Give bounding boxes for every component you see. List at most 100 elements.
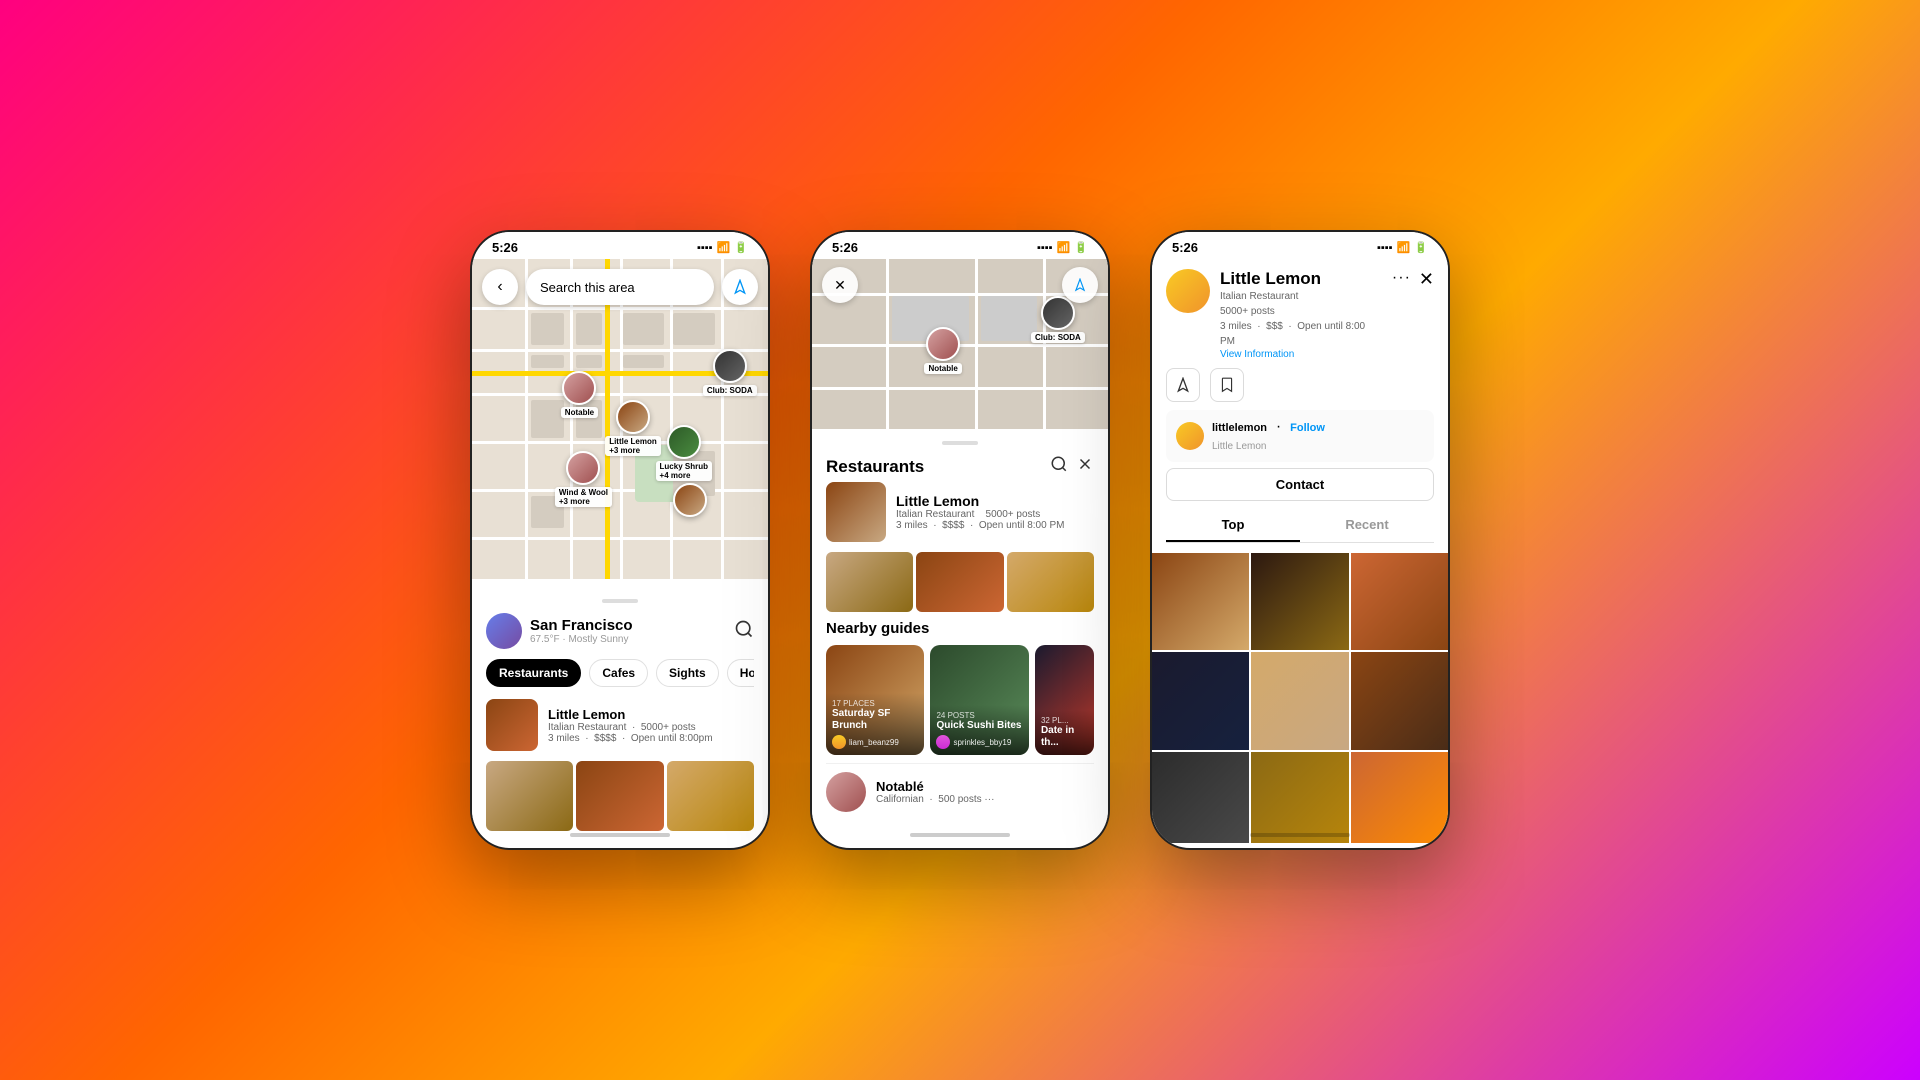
guide-name-1: Saturday SF Brunch bbox=[832, 708, 918, 732]
rest-details-2: 3 miles · $$$$ · Open until 8:00 PM bbox=[896, 520, 1064, 531]
place-item-1[interactable]: Little Lemon Italian Restaurant · 5000+ … bbox=[486, 699, 754, 751]
filter-sights[interactable]: Sights bbox=[656, 659, 719, 687]
guide-author-1: liam_beanz99 bbox=[832, 735, 918, 749]
close-button-2[interactable]: ✕ bbox=[822, 267, 858, 303]
pin2-notable[interactable]: Notable bbox=[924, 327, 961, 374]
author-name-1: liam_beanz99 bbox=[849, 738, 899, 747]
share-icon-btn[interactable] bbox=[1166, 368, 1200, 402]
close-icon-rest[interactable] bbox=[1076, 455, 1094, 478]
photo-cell-9[interactable] bbox=[1351, 752, 1448, 843]
notable-avatar bbox=[826, 772, 866, 812]
notable-meta: Californian · 500 posts ··· bbox=[876, 794, 994, 805]
notable-pin-label: Notable bbox=[561, 407, 598, 418]
close-btn-3[interactable]: ✕ bbox=[1419, 269, 1434, 290]
guide-name-2: Quick Sushi Bites bbox=[936, 720, 1022, 732]
photo-cell-4[interactable] bbox=[1152, 652, 1249, 749]
place-thumbnail bbox=[486, 699, 538, 751]
filter-cafes[interactable]: Cafes bbox=[589, 659, 648, 687]
tab-top[interactable]: Top bbox=[1166, 509, 1300, 542]
follow-btn[interactable]: Follow bbox=[1290, 422, 1325, 434]
profile-title: Little Lemon bbox=[1220, 269, 1382, 289]
profile-meta-details: 5000+ posts bbox=[1220, 304, 1382, 319]
save-icon-btn[interactable] bbox=[1210, 368, 1244, 402]
battery-icon-2: 🔋 bbox=[1074, 241, 1088, 254]
home-indicator-3 bbox=[1250, 833, 1350, 837]
search-icon-rest[interactable] bbox=[1050, 455, 1068, 478]
battery-icon: 🔋 bbox=[734, 241, 748, 254]
location-button-2[interactable] bbox=[1062, 267, 1098, 303]
sheet-handle-2 bbox=[942, 441, 978, 445]
restaurant-entry[interactable]: Little Lemon Italian Restaurant 5000+ po… bbox=[826, 482, 1094, 542]
photo-cell-3[interactable] bbox=[1351, 553, 1448, 650]
search-input-display[interactable]: Search this area bbox=[526, 269, 714, 305]
block6 bbox=[576, 355, 603, 368]
pin-club-soda[interactable]: Club: SODA bbox=[703, 349, 757, 396]
profile-name-block: Little Lemon Italian Restaurant 5000+ po… bbox=[1220, 269, 1382, 360]
status-time-3: 5:26 bbox=[1172, 240, 1198, 255]
city-info: San Francisco 67.5°F · Mostly Sunny bbox=[486, 613, 633, 649]
profile-meta-location: 3 miles · $$$ · Open until 8:00 PM bbox=[1220, 319, 1382, 349]
pin-notable[interactable]: Notable bbox=[561, 371, 598, 418]
signal-icon: ▪▪▪▪ bbox=[697, 242, 713, 254]
notable-name: Notablé bbox=[876, 779, 994, 794]
map-area-2: Notable Club: SODA ✕ bbox=[812, 259, 1108, 429]
dots-menu-btn[interactable]: ··· bbox=[1392, 269, 1411, 287]
avatar-image bbox=[1166, 269, 1210, 313]
photo-cell-8[interactable] bbox=[1251, 752, 1348, 843]
nearby-guides-section: Nearby guides 17 PLACES Saturday SF Brun… bbox=[826, 620, 1094, 755]
photo-cell-2[interactable] bbox=[1251, 553, 1348, 650]
guide-card-1[interactable]: 17 PLACES Saturday SF Brunch liam_beanz9… bbox=[826, 645, 924, 755]
map-road-2-h3 bbox=[812, 387, 1108, 390]
pin2-notable-avatar bbox=[926, 327, 960, 361]
photo-cell-1[interactable] bbox=[1152, 553, 1249, 650]
map-search-bar: ‹ Search this area bbox=[482, 269, 758, 305]
guide-card-2[interactable]: 24 POSTS Quick Sushi Bites sprinkles_bby… bbox=[930, 645, 1028, 755]
contact-button[interactable]: Contact bbox=[1166, 468, 1434, 501]
place-photos bbox=[486, 761, 754, 831]
back-button[interactable]: ‹ bbox=[482, 269, 518, 305]
sub-display-name: Little Lemon bbox=[1212, 441, 1266, 452]
guide-card-3[interactable]: 32 PL... Date in th... bbox=[1035, 645, 1094, 755]
pin-wind-wool[interactable]: Wind & Wool+3 more bbox=[555, 451, 612, 507]
profile-header-actions: ··· ✕ bbox=[1392, 269, 1434, 290]
phone-content-1: Notable Little Lemon+3 more Club: SODA L… bbox=[472, 259, 768, 843]
profile-top: Little Lemon Italian Restaurant 5000+ po… bbox=[1166, 269, 1434, 360]
pin-food[interactable] bbox=[673, 483, 707, 517]
place-photo-1 bbox=[486, 761, 573, 831]
place-info: Little Lemon Italian Restaurant · 5000+ … bbox=[548, 707, 713, 744]
search-icon-map[interactable] bbox=[734, 619, 754, 644]
phone-1: 5:26 ▪▪▪▪ 📶 🔋 bbox=[470, 230, 770, 850]
city-text: San Francisco 67.5°F · Mostly Sunny bbox=[530, 617, 633, 645]
guide-overlay-1: 17 PLACES Saturday SF Brunch liam_beanz9… bbox=[826, 693, 924, 755]
pin-lucky-shrub[interactable]: Lucky Shrub+4 more bbox=[656, 425, 712, 481]
status-bar-1: 5:26 ▪▪▪▪ 📶 🔋 bbox=[472, 232, 768, 259]
place-photo-3 bbox=[667, 761, 754, 831]
restaurant-header: Restaurants bbox=[826, 455, 1094, 478]
status-icons-1: ▪▪▪▪ 📶 🔋 bbox=[697, 241, 748, 254]
pin-little-lemon[interactable]: Little Lemon+3 more bbox=[605, 400, 661, 456]
status-time-2: 5:26 bbox=[832, 240, 858, 255]
photo-cell-5[interactable] bbox=[1251, 652, 1348, 749]
food-avatar-pin bbox=[673, 483, 707, 517]
profile-meta-type: Italian Restaurant bbox=[1220, 289, 1382, 304]
rest-type-2: Italian Restaurant 5000+ posts bbox=[896, 509, 1064, 520]
location-button[interactable] bbox=[722, 269, 758, 305]
view-info-link[interactable]: View Information bbox=[1220, 349, 1382, 360]
photo-cell-6[interactable] bbox=[1351, 652, 1448, 749]
block3 bbox=[623, 313, 664, 345]
tab-recent[interactable]: Recent bbox=[1300, 509, 1434, 542]
photo-grid bbox=[1152, 553, 1448, 843]
wifi-icon-3: 📶 bbox=[1397, 241, 1411, 254]
map-area[interactable]: Notable Little Lemon+3 more Club: SODA L… bbox=[472, 259, 768, 579]
restaurant-sheet: Restaurants bbox=[812, 429, 1108, 843]
author-name-2: sprinkles_bby19 bbox=[953, 738, 1011, 747]
filter-restaurants[interactable]: Restaurants bbox=[486, 659, 581, 687]
pin2-club-soda[interactable]: Club: SODA bbox=[1031, 296, 1085, 343]
filter-hotels[interactable]: Hotels bbox=[727, 659, 754, 687]
author-avatar-1 bbox=[832, 735, 846, 749]
notable-entry[interactable]: Notablé Californian · 500 posts ··· bbox=[826, 763, 1094, 812]
club-soda-avatar-pin bbox=[713, 349, 747, 383]
photo-cell-7[interactable] bbox=[1152, 752, 1249, 843]
battery-icon-3: 🔋 bbox=[1414, 241, 1428, 254]
pin2-notable-label: Notable bbox=[924, 363, 961, 374]
